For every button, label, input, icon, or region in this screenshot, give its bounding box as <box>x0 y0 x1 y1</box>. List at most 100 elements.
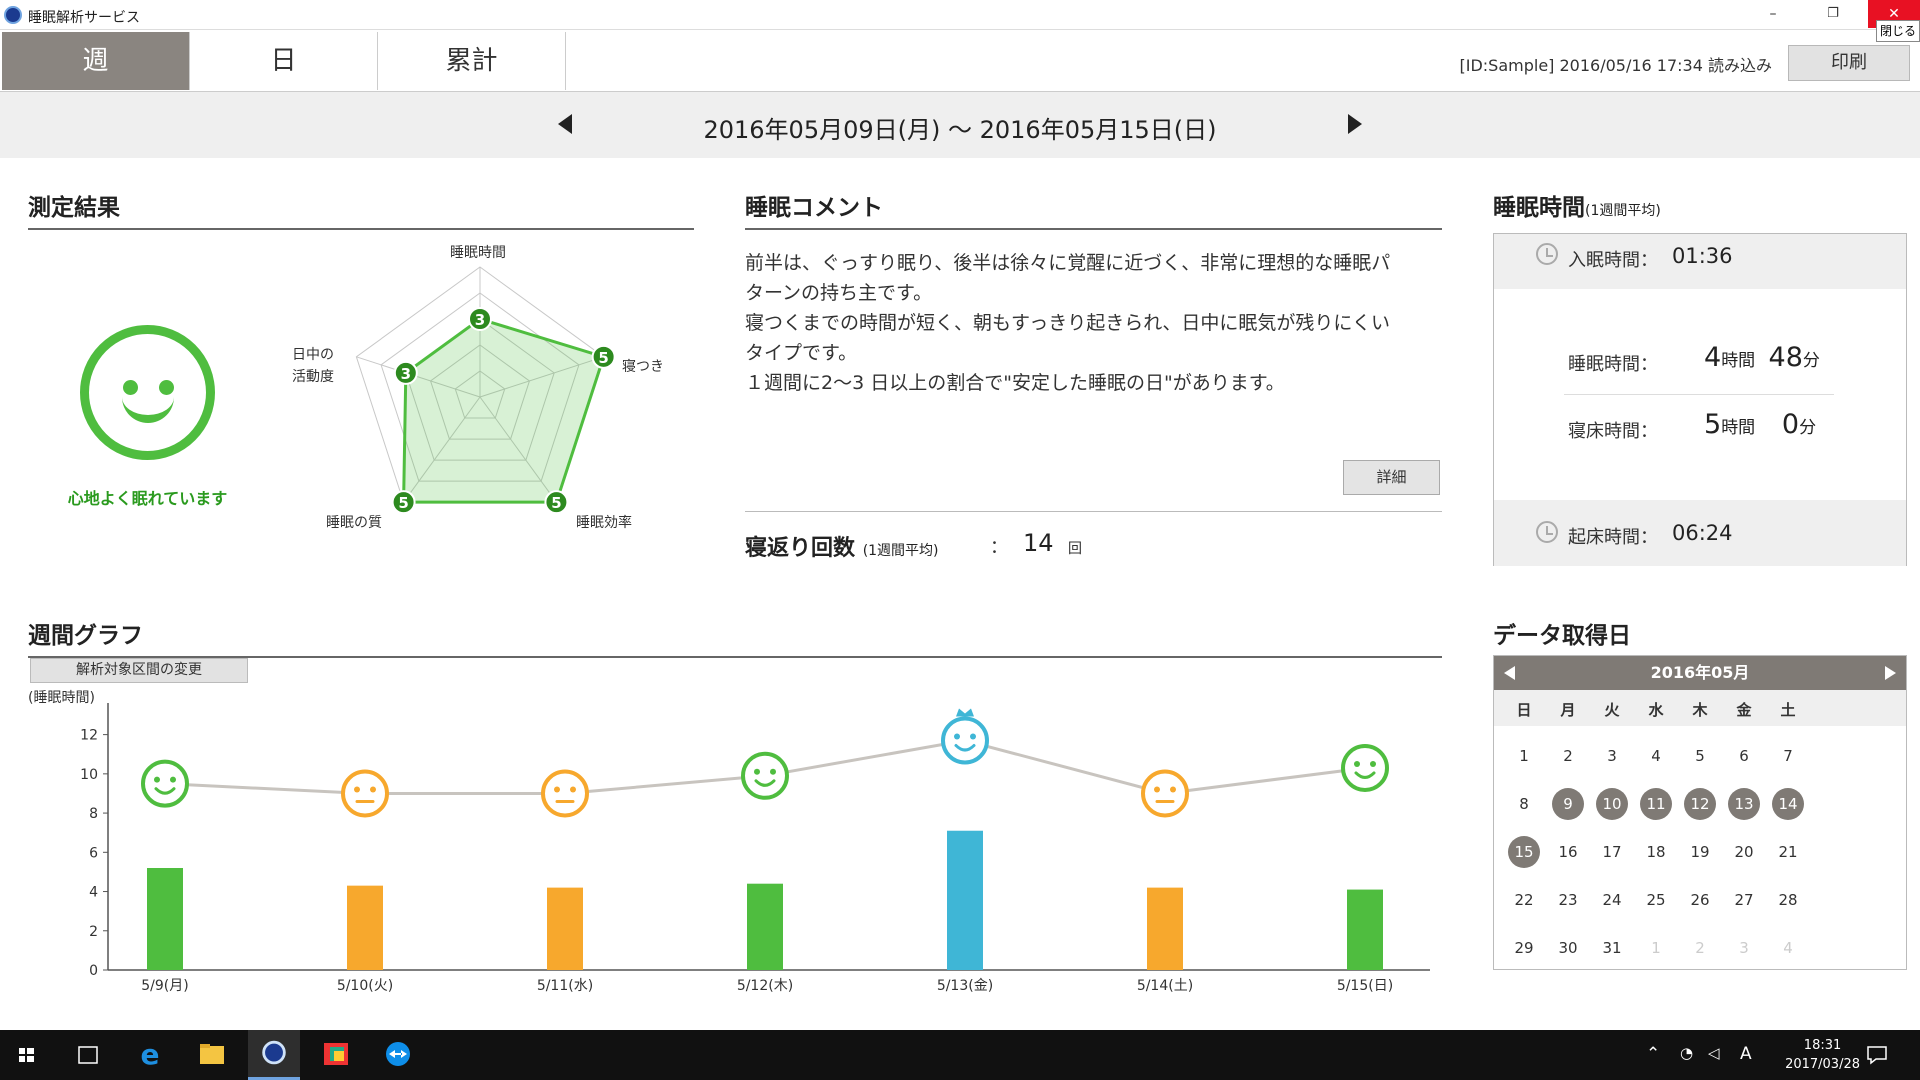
calendar-day: 3 <box>1739 939 1749 957</box>
volume-icon[interactable]: ◁ <box>1708 1044 1720 1062</box>
taskbar: e ⌃ ◔ ◁ A 18:31 2017/03/28 <box>0 1030 1920 1080</box>
weekday-label: 日 <box>1516 701 1532 719</box>
calendar-day[interactable]: 28 <box>1772 884 1804 916</box>
calendar-day[interactable]: 1 <box>1508 740 1540 772</box>
x-tick-label: 5/15(日) <box>1337 978 1393 994</box>
calendar-day[interactable]: 31 <box>1596 932 1628 964</box>
calendar-day[interactable]: 5 <box>1684 740 1716 772</box>
calendar-day[interactable]: 12 <box>1684 788 1716 820</box>
edge-icon[interactable]: e <box>124 1030 176 1080</box>
network-icon[interactable]: ◔ <box>1680 1044 1693 1062</box>
app-icon[interactable] <box>310 1030 362 1080</box>
tab-total[interactable]: 累計 <box>378 32 566 90</box>
calendar-day[interactable]: 8 <box>1508 788 1540 820</box>
calendar-day[interactable]: 23 <box>1552 884 1584 916</box>
calendar-day[interactable]: 22 <box>1508 884 1540 916</box>
calendar-day[interactable]: 29 <box>1508 932 1540 964</box>
date-range-bar: 2016年05月09日(月) 〜 2016年05月15日(日) <box>0 92 1920 158</box>
next-month-arrow-icon[interactable] <box>1885 666 1896 680</box>
x-tick-label: 5/13(金) <box>937 978 993 994</box>
x-tick-label: 5/11(水) <box>537 978 593 994</box>
calendar-day[interactable]: 15 <box>1508 836 1540 868</box>
prev-month-arrow-icon[interactable] <box>1504 666 1515 680</box>
weekday-label: 土 <box>1780 701 1796 719</box>
calendar-header: 2016年05月 <box>1494 656 1906 690</box>
data-date-heading: データ取得日 <box>1493 623 1631 649</box>
good-face-icon <box>141 759 189 808</box>
tab-week[interactable]: 週 <box>2 32 190 90</box>
clock-icon <box>1536 521 1558 543</box>
calendar-day[interactable]: 26 <box>1684 884 1716 916</box>
calendar-day[interactable]: 4 <box>1640 740 1672 772</box>
calendar-day[interactable]: 27 <box>1728 884 1760 916</box>
change-period-button[interactable]: 解析対象区間の変更 <box>30 658 248 683</box>
calendar-day[interactable]: 14 <box>1772 788 1804 820</box>
calendar-day[interactable]: 10 <box>1596 788 1628 820</box>
clock-icon <box>1536 243 1558 265</box>
radar-label-sleep-efficiency: 睡眠効率 <box>576 515 632 531</box>
radar-label-sleep-onset: 寝つき <box>622 359 664 375</box>
calendar-day[interactable]: 17 <box>1596 836 1628 868</box>
date-range-text: 2016年05月09日(月) 〜 2016年05月15日(日) <box>703 116 1217 144</box>
sleep-time-heading: 睡眠時間(1週間平均) <box>1493 195 1661 221</box>
notification-icon[interactable] <box>1866 1044 1888 1066</box>
good-face-icon <box>1341 743 1389 792</box>
good-face-icon <box>741 751 789 800</box>
print-button[interactable]: 印刷 <box>1788 45 1910 81</box>
radar-point-value: 5 <box>398 494 408 512</box>
calendar-weekdays: 日月火水木金土 <box>1494 690 1906 726</box>
restore-button[interactable]: ❐ <box>1810 0 1856 28</box>
x-tick-label: 5/10(火) <box>337 978 393 994</box>
detail-button[interactable]: 詳細 <box>1343 460 1440 495</box>
in-bed-label: 寝床時間： <box>1568 421 1658 442</box>
best-face-icon <box>941 708 989 765</box>
next-week-arrow-icon[interactable] <box>1348 114 1362 134</box>
teamviewer-icon[interactable] <box>372 1030 424 1080</box>
calendar-day[interactable]: 11 <box>1640 788 1672 820</box>
calendar-day: 2 <box>1695 939 1705 957</box>
calendar-day[interactable]: 20 <box>1728 836 1760 868</box>
calendar-day[interactable]: 19 <box>1684 836 1716 868</box>
ime-indicator[interactable]: A <box>1740 1044 1752 1064</box>
weekday-label: 金 <box>1736 701 1752 719</box>
window-titlebar: 睡眠解析サービス – ❐ ✕ <box>0 0 1920 30</box>
sleep-app-taskbar-icon[interactable] <box>248 1030 300 1080</box>
calendar-day[interactable]: 9 <box>1552 788 1584 820</box>
x-tick-label: 5/9(月) <box>141 978 188 994</box>
file-explorer-icon[interactable] <box>186 1030 238 1080</box>
normal-face-icon <box>341 769 389 818</box>
calendar-month: 2016年05月 <box>1650 663 1750 682</box>
minimize-button[interactable]: – <box>1750 0 1796 28</box>
x-tick-label: 5/14(土) <box>1137 978 1193 994</box>
y-tick-label: 6 <box>89 845 98 861</box>
tab-bar: 週 日 累計 [ID:Sample] 2016/05/16 17:34 読み込み… <box>0 30 1920 92</box>
calendar-day[interactable]: 13 <box>1728 788 1760 820</box>
calendar-day[interactable]: 18 <box>1640 836 1672 868</box>
calendar-day[interactable]: 21 <box>1772 836 1804 868</box>
in-bed-value: 5時間 0分 <box>1704 409 1817 440</box>
clock[interactable]: 18:31 2017/03/28 <box>1785 1036 1860 1074</box>
start-icon[interactable] <box>0 1030 52 1080</box>
calendar-day[interactable]: 16 <box>1552 836 1584 868</box>
calendar-day[interactable]: 25 <box>1640 884 1672 916</box>
calendar-day[interactable]: 6 <box>1728 740 1760 772</box>
calendar-day[interactable]: 24 <box>1596 884 1628 916</box>
radar-point-value: 3 <box>475 311 485 329</box>
result-heading: 測定結果 <box>28 188 694 230</box>
calendar-day[interactable]: 30 <box>1552 932 1584 964</box>
calendar-day[interactable]: 2 <box>1552 740 1584 772</box>
radar-point-value: 3 <box>401 365 411 383</box>
bar <box>1347 889 1383 970</box>
tab-day[interactable]: 日 <box>190 32 378 90</box>
chevron-up-icon[interactable]: ⌃ <box>1646 1044 1660 1064</box>
wake-label: 起床時間： <box>1568 527 1658 548</box>
bar <box>747 883 783 970</box>
divider <box>1564 394 1834 395</box>
y-tick-label: 10 <box>80 767 98 783</box>
task-view-icon[interactable] <box>62 1030 114 1080</box>
calendar-day[interactable]: 3 <box>1596 740 1628 772</box>
weekly-chart: (睡眠時間) 0 2 4 6 8 10 12 5/9(月) 5/10(火) 5/11(水) 5/12… <box>28 690 1430 994</box>
radar-label-sleep-quality: 睡眠の質 <box>326 515 382 531</box>
weekday-label: 水 <box>1648 701 1664 719</box>
calendar-day[interactable]: 7 <box>1772 740 1804 772</box>
